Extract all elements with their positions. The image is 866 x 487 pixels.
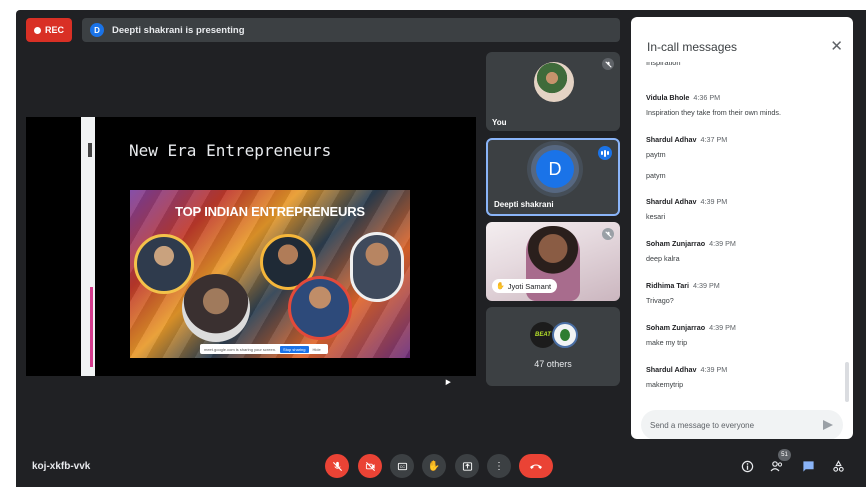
message-sender: Vidula Bhole (646, 93, 690, 102)
avatar (534, 62, 574, 102)
participant-tile-jyoti[interactable]: ✋ Jyoti Samant (486, 222, 620, 301)
slide-marker (88, 143, 92, 157)
leave-call-button[interactable] (519, 454, 553, 478)
more-options-button[interactable]: ⋮ (487, 454, 511, 478)
chat-panel: In-call messages ✕ Inspiration Vidula Bh… (631, 17, 853, 439)
people-icon (770, 460, 783, 471)
meeting-code: koj-xkfb-vvk (32, 461, 91, 472)
more-options-icon: ⋮ (494, 460, 504, 472)
chat-scrollbar[interactable] (845, 362, 849, 402)
message-sender: Shardul Adhav (646, 197, 697, 206)
stop-sharing-button: Stop sharing (280, 345, 309, 353)
participant-tile-you[interactable]: You (486, 52, 620, 131)
message-sender: Ridhima Tari (646, 281, 689, 290)
message-text: Inspiration they take from their own min… (646, 108, 782, 117)
message-time: 4:39 PM (709, 239, 736, 248)
captions-button[interactable]: CC (390, 454, 414, 478)
chat-message: Shardul Adhav 4:37 PM paytm patym (646, 135, 727, 180)
chat-message: Ridhima Tari 4:39 PM Trivago? (646, 281, 720, 305)
entrepreneur-photo (134, 234, 194, 294)
close-icon[interactable]: ✕ (830, 37, 843, 55)
recording-badge: REC (26, 18, 72, 42)
presenting-text: Deepti shakrani is presenting (112, 24, 245, 36)
hide-button: Hide (312, 346, 321, 352)
speaking-indicator-icon (598, 146, 612, 160)
activities-icon (832, 459, 844, 472)
message-text: make my trip (646, 338, 688, 347)
leave-call-icon (530, 464, 542, 469)
participant-name: Jyoti Samant (507, 281, 552, 291)
message-text: deep kalra (646, 254, 680, 263)
svg-text:CC: CC (399, 465, 405, 469)
chat-message: Soham Zunjarrao 4:39 PM deep kalra (646, 239, 736, 263)
entrepreneur-photo (350, 232, 404, 302)
chat-message: Shardul Adhav 4:39 PM makemytrip (646, 365, 727, 389)
recording-dot-icon (33, 26, 41, 34)
chat-input-placeholder: Send a message to everyone (650, 420, 755, 430)
participant-tile-others[interactable]: BEAT 47 others (486, 307, 620, 386)
mouse-cursor-icon (443, 377, 451, 386)
avatar: D (536, 150, 574, 188)
sharing-notification-text: meet.google.com is sharing your screen. (204, 346, 277, 352)
slide-heading: TOP INDIAN ENTREPRENEURS (175, 204, 365, 219)
message-sender: Soham Zunjarrao (646, 239, 706, 248)
participant-name: You (492, 118, 507, 127)
camera-toggle-button[interactable] (358, 454, 382, 478)
chat-message-input[interactable]: Send a message to everyone (641, 410, 843, 439)
message-sender: Shardul Adhav (646, 135, 697, 144)
raise-hand-icon: ✋ (427, 460, 441, 472)
chat-message: Shardul Adhav 4:39 PM kesari (646, 197, 727, 221)
chat-title: In-call messages (647, 40, 738, 54)
chat-icon (802, 460, 814, 472)
message-text: kesari (646, 212, 666, 221)
message-sender: Soham Zunjarrao (646, 323, 706, 332)
participant-name-chip: ✋ Jyoti Samant (492, 279, 558, 293)
truncated-message: Inspiration (646, 62, 681, 67)
participant-name: Deepti shakrani (494, 200, 554, 209)
meeting-details-button[interactable] (739, 458, 755, 474)
captions-icon: CC (397, 462, 407, 470)
message-sender: Shardul Adhav (646, 365, 697, 374)
message-text: patym (646, 171, 666, 180)
others-count: 47 others (534, 359, 572, 369)
entrepreneur-photo (288, 276, 352, 340)
participant-tile-deepti[interactable]: D Deepti shakrani (486, 138, 620, 216)
presenting-banner[interactable]: D Deepti shakrani is presenting (82, 18, 620, 42)
message-text: makemytrip (646, 380, 684, 389)
send-icon[interactable] (823, 420, 833, 430)
message-text: paytm (646, 150, 666, 159)
message-time: 4:39 PM (693, 281, 720, 290)
message-time: 4:39 PM (700, 365, 728, 374)
raise-hand-icon: ✋ (496, 283, 505, 290)
activities-button[interactable] (830, 458, 846, 474)
present-now-button[interactable] (455, 454, 479, 478)
mic-off-icon (332, 461, 342, 471)
meet-window: REC D Deepti shakrani is presenting New … (16, 10, 866, 487)
presenter-avatar: D (90, 23, 104, 37)
mic-toggle-button[interactable] (325, 454, 349, 478)
chat-button[interactable] (800, 458, 816, 474)
message-time: 4:39 PM (709, 323, 736, 332)
message-time: 4:37 PM (700, 135, 728, 144)
message-time: 4:36 PM (693, 93, 721, 102)
slide-accent (90, 287, 93, 367)
present-icon (462, 461, 472, 471)
message-time: 4:39 PM (700, 197, 728, 206)
chat-message: Soham Zunjarrao 4:39 PM make my trip (646, 323, 736, 347)
chat-message: Vidula Bhole 4:36 PM Inspiration they tak… (646, 93, 781, 117)
camera-off-icon (365, 461, 375, 471)
mic-off-icon (602, 228, 614, 240)
avatar (552, 322, 578, 348)
slide-image: TOP INDIAN ENTREPRENEURS meet.google.com… (130, 190, 410, 358)
mic-off-icon (602, 58, 614, 70)
sharing-notification-bar: meet.google.com is sharing your screen. … (200, 344, 328, 354)
people-count-badge: 51 (778, 449, 791, 461)
recording-label: REC (44, 25, 64, 35)
slide-title: New Era Entrepreneurs (129, 141, 332, 160)
screen-share-view[interactable]: New Era Entrepreneurs TOP INDIAN ENTREPR… (26, 117, 476, 386)
message-text: Trivago? (646, 296, 674, 305)
info-icon (741, 460, 753, 472)
entrepreneur-photo (182, 274, 250, 342)
raise-hand-button[interactable]: ✋ (422, 454, 446, 478)
